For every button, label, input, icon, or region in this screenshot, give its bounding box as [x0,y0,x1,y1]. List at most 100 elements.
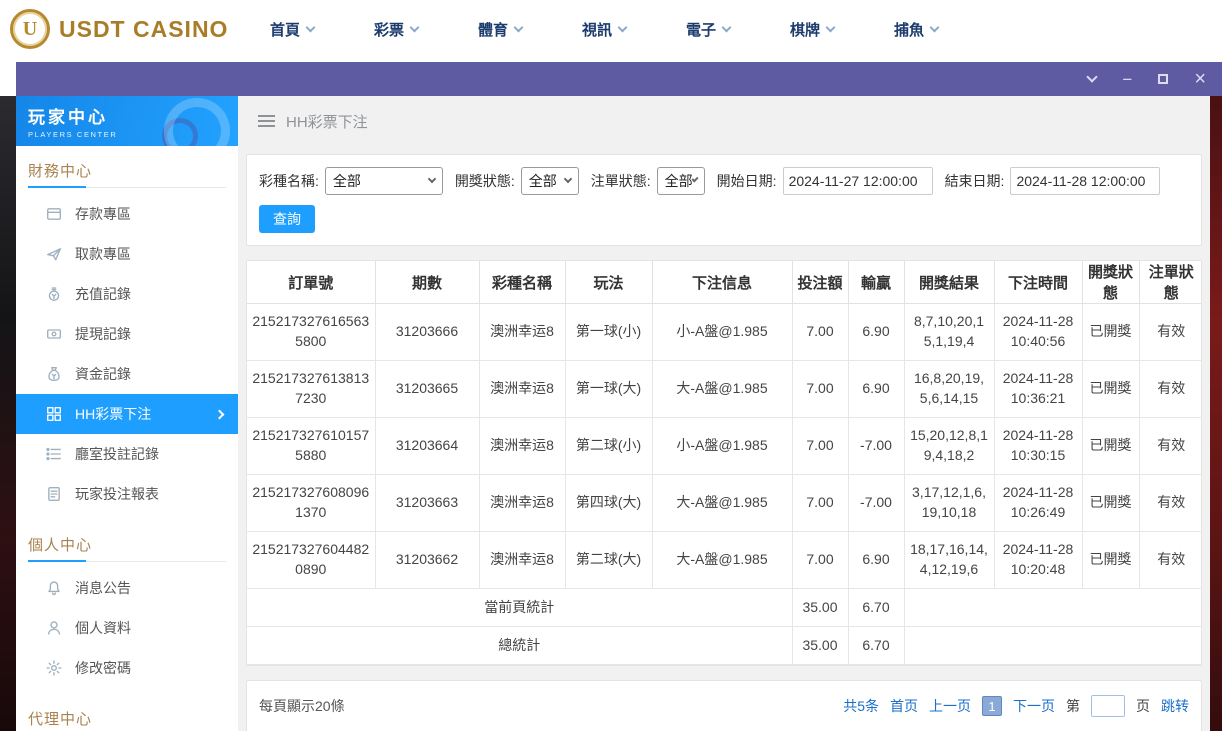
summary-winloss-total: 6.70 [847,626,905,665]
table-cell: -7.00 [847,474,905,532]
sidebar-item-個人資料[interactable]: 個人資料 [16,608,238,648]
sidebar-title: 玩家中心 [28,108,108,127]
table-cell: 2152173276165635800 [247,303,376,361]
chevron-down-icon [617,22,628,32]
nav-item-首頁[interactable]: 首頁 [240,19,344,40]
logo-icon: U [10,9,50,49]
user-icon [46,620,62,636]
current-page[interactable]: 1 [982,696,1002,716]
table-cell: 澳洲幸运8 [478,360,566,418]
withdraw-icon [46,246,62,262]
prev-page-link[interactable]: 上一页 [929,696,971,716]
background-photo-right [1210,96,1222,731]
table-cell: 2024-11-28 10:36:21 [993,360,1083,418]
order-status-select[interactable]: 全部 [656,167,705,195]
table-header-row: 訂單號 期數 彩種名稱 玩法 下注信息 投注額 輸贏 開獎結果 下注時間 開獎狀態 注單狀態 [247,261,1201,304]
nav-item-電子[interactable]: 電子 [656,19,760,40]
query-button[interactable]: 查詢 [259,205,315,233]
chevron-down-icon [409,22,420,32]
sidebar-item-資金記錄[interactable]: 資金記錄 [16,354,238,394]
lottery-icon [46,406,62,422]
table-cell: 有效 [1138,360,1201,418]
table-cell: 2152173276101575880 [247,417,376,475]
table-cell: 小-A盤@1.985 [651,417,793,475]
next-page-link[interactable]: 下一页 [1013,696,1055,716]
table-cell: 31203664 [374,417,480,475]
nav-item-捕魚[interactable]: 捕魚 [864,19,968,40]
nav-item-體育[interactable]: 體育 [448,19,552,40]
close-icon[interactable]: × [1194,69,1206,89]
funds-icon [46,366,62,382]
sidebar: 玩家中心 PLAYERS CENTER 財務中心 存款專區 取款專區 充值記錄 提現記錄… [16,96,238,731]
table-cell: 已開獎 [1081,417,1140,475]
column-header-玩法: 玩法 [564,261,653,304]
sidebar-item-修改密碼[interactable]: 修改密碼 [16,648,238,688]
sidebar-item-玩家投注報表[interactable]: 玩家投注報表 [16,474,238,514]
draw-status-label: 開獎狀態: [454,173,515,189]
table-cell: 大-A盤@1.985 [651,531,793,589]
order-status-value: 全部 [664,173,693,189]
table-cell: 已開獎 [1081,474,1140,532]
table-cell: 7.00 [791,474,849,532]
column-header-下注信息: 下注信息 [651,261,793,304]
nav-item-label: 體育 [477,21,508,39]
minimize-icon[interactable]: − [1122,71,1132,88]
table-cell: 7.00 [791,303,849,361]
column-header-訂單號: 訂單號 [247,261,376,304]
maximize-icon[interactable] [1158,74,1169,84]
window-titlebar: − × [16,62,1222,96]
sidebar-item-取款專區[interactable]: 取款專區 [16,234,238,274]
sidebar-item-充值記錄[interactable]: 充值記錄 [16,274,238,314]
collapse-window-icon[interactable] [1086,71,1099,83]
bell-icon [46,580,62,596]
sidebar-header: 玩家中心 PLAYERS CENTER [16,96,238,146]
nav-item-棋牌[interactable]: 棋牌 [760,19,864,40]
table-cell: 有效 [1138,531,1201,589]
nav-item-彩票[interactable]: 彩票 [344,19,448,40]
table-cell: 有效 [1138,474,1201,532]
sidebar-item-存款專區[interactable]: 存款專區 [16,194,238,234]
sidebar-item-提現記錄[interactable]: 提現記錄 [16,314,238,354]
sidebar-item-廳室投註記錄[interactable]: 廳室投註記錄 [16,434,238,474]
start-date-input[interactable] [782,167,933,195]
table-cell: 2152173276044820890 [247,531,376,589]
pagination-bar: 每頁顯示20條 共5条 首页 上一页 1 下一页 第 页 跳转 [246,680,1202,731]
table-cell: 3,17,12,1,6,19,10,18 [903,474,995,532]
end-date-input[interactable] [1010,167,1161,195]
table-cell: 31203666 [374,303,480,361]
column-header-開獎結果: 開獎結果 [903,261,995,304]
lottery-name-value: 全部 [332,173,361,189]
sidebar-item-label: 玩家投注報表 [75,486,159,502]
summary-winloss-total: 6.70 [847,588,905,627]
lottery-name-select[interactable]: 全部 [324,167,443,195]
table-cell: 8,7,10,20,15,1,19,4 [903,303,995,361]
jump-link[interactable]: 跳转 [1161,696,1189,716]
page-number-input[interactable] [1091,695,1125,717]
column-header-期數: 期數 [374,261,480,304]
summary-bet-total: 35.00 [791,626,849,665]
draw-status-select[interactable]: 全部 [520,167,579,195]
column-header-注單狀態: 注單狀態 [1138,261,1201,304]
sidebar-item-消息公告[interactable]: 消息公告 [16,568,238,608]
gear-icon [46,660,62,676]
nav-item-label: 視訊 [581,21,612,39]
table-cell: 6.90 [847,531,905,589]
sidebar-section-title: 代理中心 [28,708,226,731]
nav-item-label: 捕魚 [893,21,924,39]
end-date-label: 結束日期: [944,173,1005,189]
table-cell: 18,17,16,14,4,12,19,6 [903,531,995,589]
column-header-輸贏: 輸贏 [847,261,905,304]
menu-toggle-icon[interactable] [258,115,275,127]
table-cell: 2024-11-28 10:20:48 [993,531,1083,589]
sidebar-item-group: 消息公告 個人資料 修改密碼 [16,562,238,694]
table-row: 2152173276165635800 31203666 澳洲幸运8 第一球(小) 小-… [247,303,1201,361]
nav-item-視訊[interactable]: 視訊 [552,19,656,40]
logo[interactable]: U USDT CASINO [0,9,240,49]
chevron-down-icon [825,22,836,32]
sidebar-item-label: 提現記錄 [75,326,131,342]
column-header-彩種名稱: 彩種名稱 [478,261,566,304]
first-page-link[interactable]: 首页 [890,696,918,716]
sidebar-item-HH彩票下注[interactable]: HH彩票下注 [16,394,238,434]
bets-table: 訂單號 期數 彩種名稱 玩法 下注信息 投注額 輸贏 開獎結果 下注時間 開獎狀態 注單狀態 215… [247,261,1201,665]
draw-status-value: 全部 [528,173,557,189]
